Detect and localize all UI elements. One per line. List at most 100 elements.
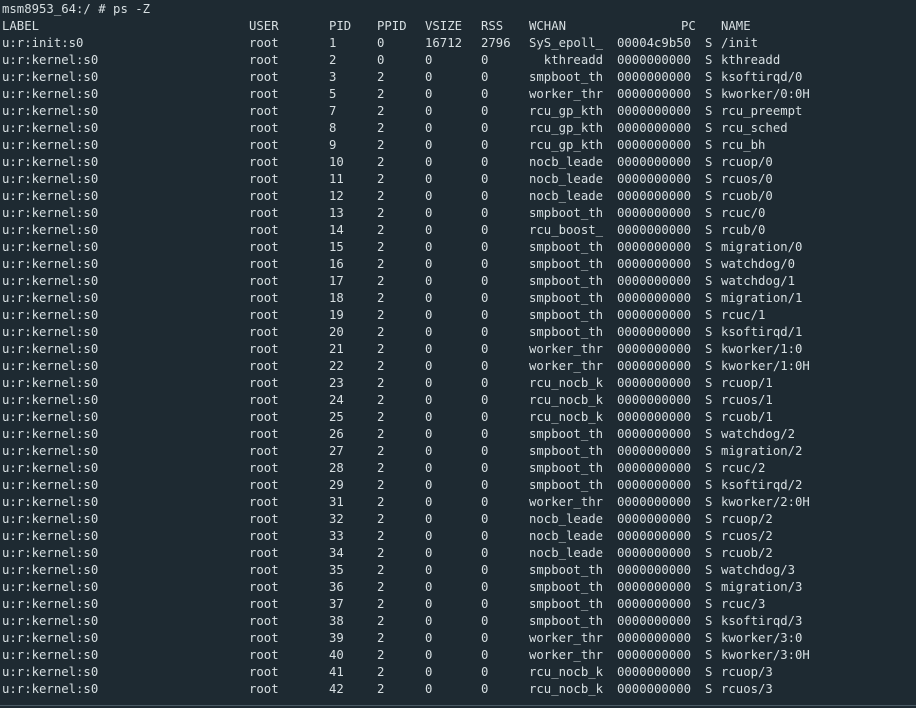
row-user: root: [249, 427, 279, 441]
row-state: S: [705, 87, 713, 101]
row-rss: 0: [481, 274, 489, 288]
row-wchan: smpboot_th: [529, 240, 604, 254]
row-user: root: [249, 631, 279, 645]
row-user: root: [249, 155, 279, 169]
row-state: S: [705, 53, 713, 67]
row-pc: 0000000000: [617, 495, 692, 509]
row-label: u:r:kernel:s0: [2, 223, 99, 237]
row-user: root: [249, 376, 279, 390]
row-vsize: 0: [425, 308, 433, 322]
row-label: u:r:kernel:s0: [2, 257, 99, 271]
row-wchan: worker_thr: [529, 342, 604, 356]
row-vsize: 0: [425, 410, 433, 424]
row-pid: 28: [329, 461, 344, 475]
command-prompt[interactable]: msm8953_64:/ # ps -Z: [0, 1, 916, 18]
row-state: S: [705, 155, 713, 169]
row-wchan: smpboot_th: [529, 580, 604, 594]
row-vsize: 0: [425, 87, 433, 101]
row-name: rcuos/3: [721, 682, 773, 696]
row-user: root: [249, 274, 279, 288]
row-user: root: [249, 648, 279, 662]
row-rss: 0: [481, 614, 489, 628]
row-name: rcuc/0: [721, 206, 766, 220]
row-ppid: 0: [377, 53, 385, 67]
row-name: migration/0: [721, 240, 803, 254]
row-vsize: 0: [425, 291, 433, 305]
row-label: u:r:kernel:s0: [2, 325, 99, 339]
row-label: u:r:kernel:s0: [2, 189, 99, 203]
row-pid: 34: [329, 546, 344, 560]
row-rss: 0: [481, 495, 489, 509]
row-rss: 0: [481, 172, 489, 186]
row-state: S: [705, 257, 713, 271]
row-name: migration/3: [721, 580, 803, 594]
table-row: u:r:kernel:s0 root 10 2 0 0 nocb_leade 00000000…: [0, 154, 916, 171]
row-user: root: [249, 461, 279, 475]
row-user: root: [249, 665, 279, 679]
row-wchan: rcu_nocb_k: [529, 665, 604, 679]
row-label: u:r:kernel:s0: [2, 546, 99, 560]
row-pc: 0000000000: [617, 393, 692, 407]
row-user: root: [249, 563, 279, 577]
row-ppid: 2: [377, 87, 385, 101]
row-ppid: 2: [377, 70, 385, 84]
row-name: rcuob/2: [721, 546, 773, 560]
row-name: watchdog/3: [721, 563, 796, 577]
row-pid: 40: [329, 648, 344, 662]
header-label: LABEL: [2, 19, 40, 33]
row-vsize: 0: [425, 614, 433, 628]
row-wchan: smpboot_th: [529, 308, 604, 322]
row-vsize: 0: [425, 172, 433, 186]
row-pid: 17: [329, 274, 344, 288]
terminal-window[interactable]: msm8953_64:/ # ps -Z LABEL USER PID PPID…: [0, 0, 916, 708]
table-row: u:r:init:s0 root 1 0 16712 2796 SyS_epoll_ 0000…: [0, 35, 916, 52]
row-ppid: 2: [377, 461, 385, 475]
row-pc: 0000000000: [617, 410, 692, 424]
row-ppid: 2: [377, 529, 385, 543]
row-state: S: [705, 104, 713, 118]
row-ppid: 2: [377, 410, 385, 424]
row-state: S: [705, 291, 713, 305]
row-pc: 0000000000: [617, 189, 692, 203]
row-rss: 0: [481, 223, 489, 237]
row-vsize: 0: [425, 223, 433, 237]
row-state: S: [705, 444, 713, 458]
row-state: S: [705, 70, 713, 84]
row-name: rcuc/1: [721, 308, 766, 322]
row-state: S: [705, 325, 713, 339]
table-row: u:r:kernel:s0 root 25 2 0 0 rcu_nocb_k 00000000…: [0, 409, 916, 426]
table-row: u:r:kernel:s0 root 14 2 0 0 rcu_boost_ 00000000…: [0, 222, 916, 239]
row-ppid: 2: [377, 495, 385, 509]
row-user: root: [249, 172, 279, 186]
row-rss: 0: [481, 257, 489, 271]
row-label: u:r:kernel:s0: [2, 478, 99, 492]
row-rss: 0: [481, 648, 489, 662]
table-row: u:r:kernel:s0 root 18 2 0 0 smpboot_th 00000000…: [0, 290, 916, 307]
row-wchan: rcu_gp_kth: [529, 104, 604, 118]
row-name: kworker/1:0: [721, 342, 803, 356]
row-user: root: [249, 580, 279, 594]
row-wchan: smpboot_th: [529, 597, 604, 611]
row-rss: 0: [481, 512, 489, 526]
row-label: u:r:kernel:s0: [2, 240, 99, 254]
row-state: S: [705, 563, 713, 577]
row-pc: 0000000000: [617, 427, 692, 441]
row-rss: 0: [481, 138, 489, 152]
row-rss: 0: [481, 359, 489, 373]
row-rss: 0: [481, 342, 489, 356]
row-vsize: 0: [425, 563, 433, 577]
table-row: u:r:kernel:s0 root 28 2 0 0 smpboot_th 00000000…: [0, 460, 916, 477]
table-row: u:r:kernel:s0 root 15 2 0 0 smpboot_th 00000000…: [0, 239, 916, 256]
row-ppid: 2: [377, 206, 385, 220]
row-state: S: [705, 529, 713, 543]
row-pc: 0000000000: [617, 325, 692, 339]
row-wchan: smpboot_th: [529, 478, 604, 492]
row-rss: 0: [481, 70, 489, 84]
row-ppid: 2: [377, 325, 385, 339]
row-wchan: smpboot_th: [529, 291, 604, 305]
row-pc: 0000000000: [617, 206, 692, 220]
row-rss: 0: [481, 529, 489, 543]
row-ppid: 2: [377, 614, 385, 628]
row-vsize: 0: [425, 104, 433, 118]
row-state: S: [705, 189, 713, 203]
